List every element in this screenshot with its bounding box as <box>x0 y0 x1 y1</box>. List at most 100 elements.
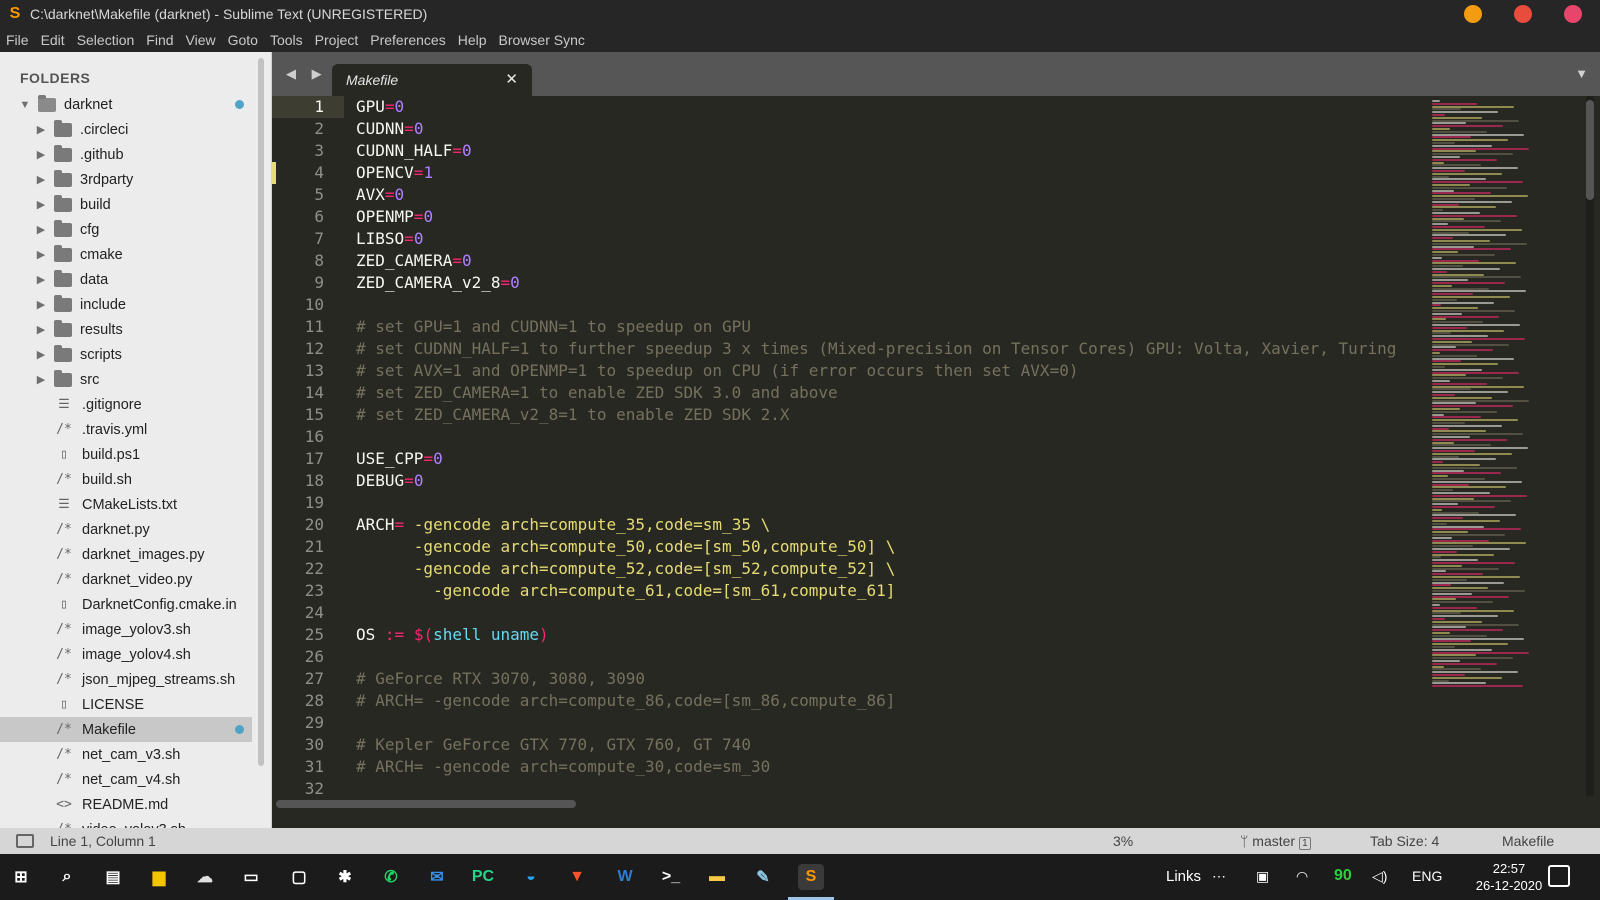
word-icon[interactable]: W <box>612 864 638 890</box>
tree-file-item[interactable]: /* build.sh <box>0 467 252 492</box>
tree-file-item[interactable]: /* darknet.py <box>0 517 252 542</box>
sublime-icon[interactable]: S <box>6 5 24 23</box>
wifi-icon[interactable]: ◠ <box>1296 868 1308 885</box>
paint-icon[interactable]: ✎ <box>750 864 776 890</box>
chevron-right-icon[interactable]: ▶ <box>34 298 48 311</box>
menu-view[interactable]: View <box>186 32 216 48</box>
tree-file-item[interactable]: /* image_yolov4.sh <box>0 642 252 667</box>
menu-help[interactable]: Help <box>458 32 487 48</box>
computer-icon[interactable]: ▭ <box>238 864 264 890</box>
terminal-icon[interactable]: >_ <box>658 864 684 890</box>
syntax-selector[interactable]: Makefile <box>1502 833 1554 849</box>
menu-find[interactable]: Find <box>146 32 173 48</box>
tree-file-item[interactable]: ☰ .gitignore <box>0 392 252 417</box>
tree-root-darknet[interactable]: ▼ darknet <box>0 92 252 117</box>
editor-scroll-thumb[interactable] <box>1586 100 1594 200</box>
editor-horizontal-scrollbar[interactable] <box>276 800 576 808</box>
language-indicator[interactable]: ENG <box>1412 868 1442 884</box>
tree-file-item[interactable]: /* json_mjpeg_streams.sh <box>0 667 252 692</box>
chevron-down-icon[interactable]: ▼ <box>18 99 32 111</box>
tree-file-item[interactable]: ▯ DarknetConfig.cmake.in <box>0 592 252 617</box>
chevron-down-icon[interactable]: ▼ <box>1575 66 1588 81</box>
tree-folder-item[interactable]: ▶ .github <box>0 142 252 167</box>
brave-icon[interactable]: ▼ <box>564 864 590 890</box>
sidebar-scrollbar[interactable] <box>258 58 264 766</box>
chevron-right-icon[interactable]: ▶ <box>34 148 48 161</box>
tab-makefile[interactable]: Makefile ✕ <box>332 64 532 96</box>
tree-file-item[interactable]: /* .travis.yml <box>0 417 252 442</box>
tree-file-item[interactable]: /* net_cam_v4.sh <box>0 767 252 792</box>
meet-icon[interactable]: ▣ <box>1256 868 1269 885</box>
menu-selection[interactable]: Selection <box>77 32 135 48</box>
notification-icon[interactable] <box>1548 865 1570 887</box>
tab-nav-arrows-icon[interactable]: ◀ ▶ <box>286 66 328 82</box>
tree-folder-item[interactable]: ▶ build <box>0 192 252 217</box>
links-toolbar[interactable]: Links <box>1166 868 1201 885</box>
sublime-text-icon[interactable]: S <box>798 864 824 890</box>
task-view-icon[interactable]: ▤ <box>100 864 126 890</box>
tab-size[interactable]: Tab Size: 4 <box>1370 833 1439 849</box>
maximize-button[interactable] <box>1514 5 1532 23</box>
tree-folder-item[interactable]: ▶ src <box>0 367 252 392</box>
tree-folder-item[interactable]: ▶ data <box>0 267 252 292</box>
git-branch[interactable]: ᛘ master 1 <box>1240 833 1311 850</box>
edge-icon[interactable]: ◒ <box>518 864 544 890</box>
tree-folder-item[interactable]: ▶ scripts <box>0 342 252 367</box>
token-operator: = <box>404 471 414 490</box>
window-icon[interactable]: ▢ <box>286 864 312 890</box>
menu-file[interactable]: File <box>6 32 29 48</box>
tree-file-item[interactable]: /* image_yolov3.sh <box>0 617 252 642</box>
chevron-right-icon[interactable]: ▶ <box>34 198 48 211</box>
panel-toggle-icon[interactable] <box>16 834 34 848</box>
cursor-position[interactable]: Line 1, Column 1 <box>50 833 156 849</box>
tree-file-item[interactable]: <> README.md <box>0 792 252 817</box>
tree-folder-item[interactable]: ▶ include <box>0 292 252 317</box>
chevron-right-icon[interactable]: ▶ <box>34 123 48 136</box>
tree-file-item[interactable]: /* darknet_images.py <box>0 542 252 567</box>
slack-icon[interactable]: ✱ <box>332 864 358 890</box>
menu-browser-sync[interactable]: Browser Sync <box>499 32 585 48</box>
close-icon[interactable]: ✕ <box>505 70 518 88</box>
code-editor[interactable]: 1 GPU=0 2 CUDNN=0 3 CUDNN_HALF=0 4 OPENCV=1 5 AVX… <box>272 96 1600 814</box>
tree-folder-item[interactable]: ▶ cmake <box>0 242 252 267</box>
token-number: 0 <box>423 207 434 226</box>
tree-folder-item[interactable]: ▶ cfg <box>0 217 252 242</box>
chevron-right-icon[interactable]: ▶ <box>34 273 48 286</box>
tree-file-item[interactable]: /* net_cam_v3.sh <box>0 742 252 767</box>
tree-file-item[interactable]: ▯ build.ps1 <box>0 442 252 467</box>
mail-icon[interactable]: ✉ <box>424 864 450 890</box>
tree-file-item[interactable]: ▯ LICENSE <box>0 692 252 717</box>
close-button[interactable] <box>1564 5 1582 23</box>
pycharm-icon[interactable]: PC <box>470 864 496 890</box>
code-file-icon: /* <box>56 747 72 762</box>
minimize-button[interactable] <box>1464 5 1482 23</box>
tree-file-item[interactable]: /* Makefile <box>0 717 252 742</box>
chevron-right-icon[interactable]: ▶ <box>34 348 48 361</box>
whatsapp-icon[interactable]: ✆ <box>378 864 404 890</box>
menu-goto[interactable]: Goto <box>228 32 258 48</box>
chevron-right-icon[interactable]: ▶ <box>34 373 48 386</box>
volume-icon[interactable]: ◁) <box>1372 868 1387 885</box>
menu-tools[interactable]: Tools <box>270 32 303 48</box>
editor-vertical-scrollbar[interactable] <box>1586 96 1594 796</box>
tree-file-item[interactable]: /* darknet_video.py <box>0 567 252 592</box>
clock[interactable]: 22:57 26-12-2020 <box>1474 860 1544 894</box>
tree-folder-item[interactable]: ▶ results <box>0 317 252 342</box>
chevron-right-icon[interactable]: ▶ <box>34 173 48 186</box>
tree-folder-item[interactable]: ▶ .circleci <box>0 117 252 142</box>
chevron-right-icon[interactable]: ▶ <box>34 323 48 336</box>
file-explorer-icon[interactable]: ▬ <box>704 864 730 890</box>
chevron-right-icon[interactable]: ▶ <box>34 223 48 236</box>
menu-preferences[interactable]: Preferences <box>370 32 445 48</box>
overflow-icon[interactable]: ⋯ <box>1212 868 1226 885</box>
battery-level[interactable]: 90 <box>1334 867 1352 885</box>
chevron-right-icon[interactable]: ▶ <box>34 248 48 261</box>
tree-folder-item[interactable]: ▶ 3rdparty <box>0 167 252 192</box>
sticky-notes-icon[interactable]: ▆ <box>146 864 172 890</box>
cloud-app-icon[interactable]: ☁ <box>192 864 218 890</box>
windows-start-icon[interactable]: ⊞ <box>8 864 34 890</box>
tree-file-item[interactable]: ☰ CMakeLists.txt <box>0 492 252 517</box>
menu-project[interactable]: Project <box>315 32 359 48</box>
search-icon[interactable]: ⌕ <box>54 864 80 890</box>
menu-edit[interactable]: Edit <box>41 32 65 48</box>
